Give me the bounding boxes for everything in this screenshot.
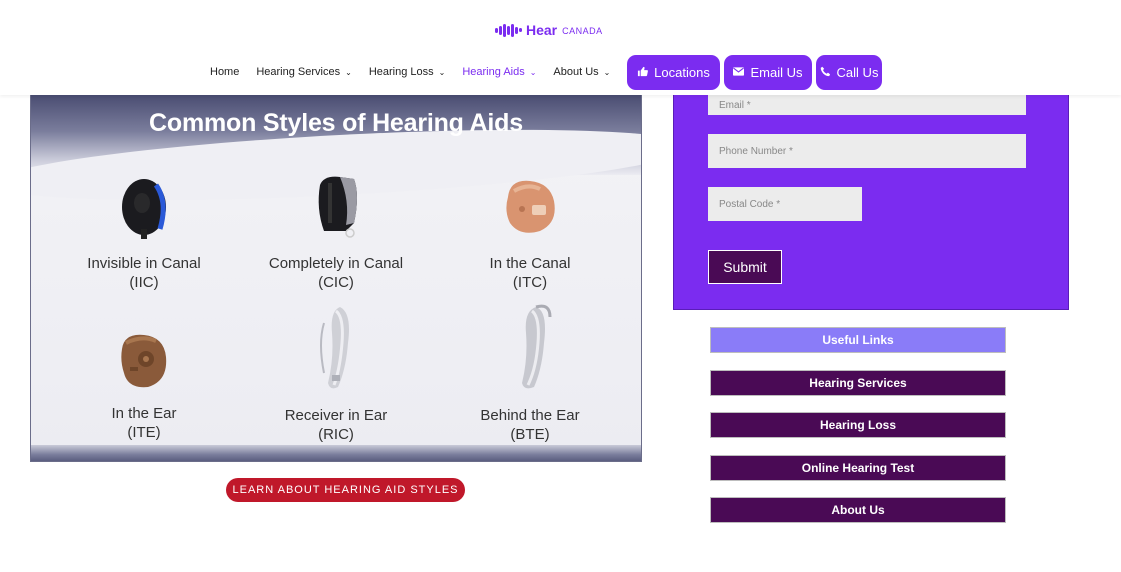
ric-device-icon [246,303,426,398]
page: Hear CANADA Home Hearing Services ⌄ Hear… [0,0,1121,572]
logo-suffix: CANADA [562,26,603,36]
link-hearing-services[interactable]: Hearing Services [710,370,1006,396]
nav-item-home[interactable]: Home [210,66,239,78]
nav-item-hearing-aids[interactable]: Hearing Aids ⌄ [462,66,536,78]
logo[interactable]: Hear CANADA [495,22,603,38]
aid-name: Receiver in Ear [284,407,388,424]
hero-footer [31,445,641,461]
link-online-hearing-test[interactable]: Online Hearing Test [710,455,1006,481]
aid-abbr: (IIC) [129,274,159,291]
bte-device-icon [440,303,620,398]
learn-about-styles-button[interactable]: LEARN ABOUT HEARING AID STYLES [226,478,465,502]
chevron-down-icon: ⌄ [529,67,537,77]
nav-item-hearing-loss[interactable]: Hearing Loss ⌄ [369,66,446,78]
logo-text: Hear [526,22,558,38]
phone-number-field[interactable]: Phone Number * [708,134,1026,168]
nav-item-label: About Us [553,66,599,78]
aid-abbr: (BTE) [510,426,550,443]
aid-name: Invisible in Canal [87,255,201,272]
nav-item-label: Hearing Aids [462,66,525,78]
hero-title: Common Styles of Hearing Aids [149,109,523,137]
aid-bte: Behind the Ear (BTE) [440,303,620,444]
contact-form: Email * Phone Number * Postal Code * Sub… [673,94,1069,310]
aid-name: In the Ear [111,405,177,422]
sound-wave-icon [495,23,522,37]
nav-item-hearing-services[interactable]: Hearing Services ⌄ [256,66,351,78]
ite-device-icon [54,331,234,396]
aid-name: Completely in Canal [268,255,404,272]
email-us-button[interactable]: Email Us [724,55,812,90]
aid-name: Behind the Ear [480,407,580,424]
chevron-down-icon: ⌄ [345,67,352,77]
cic-device-icon [246,175,426,246]
email-field[interactable]: Email * [708,95,1026,115]
thumbs-up-icon [637,66,649,80]
postal-code-field[interactable]: Postal Code * [708,187,862,221]
submit-button[interactable]: Submit [708,250,782,284]
aid-cic: Completely in Canal (CIC) [246,175,426,292]
phone-icon [820,66,831,80]
aid-abbr: (ITE) [127,424,161,441]
aid-ite: In the Ear (ITE) [54,331,234,442]
nav-item-about-us[interactable]: About Us ⌄ [553,66,610,78]
aid-itc: In the Canal (ITC) [440,177,620,292]
iic-device-icon [54,177,234,246]
link-hearing-loss[interactable]: Hearing Loss [710,412,1006,438]
locations-button-label: Locations [654,65,710,80]
main-nav: Home Hearing Services ⌄ Hearing Loss ⌄ H… [210,56,627,88]
aid-name: In the Canal [489,255,571,272]
locations-button[interactable]: Locations [627,55,720,90]
aid-abbr: (ITC) [512,274,548,291]
nav-item-label: Home [210,66,240,78]
hearing-aid-styles-image: Common Styles of Hearing Aids Invisible … [30,94,642,462]
email-us-button-label: Email Us [750,65,803,80]
call-us-button-label: Call Us [836,65,879,80]
aid-ric: Receiver in Ear (RIC) [246,303,426,444]
aid-iic: Invisible in Canal (IIC) [54,177,234,292]
itc-device-icon [440,177,620,246]
aid-abbr: (RIC) [318,426,354,443]
nav-item-label: Hearing Loss [368,66,434,78]
useful-links-title: Useful Links [710,327,1006,353]
envelope-icon [733,66,745,79]
link-about-us[interactable]: About Us [710,497,1006,523]
aid-abbr: (CIC) [318,274,354,291]
chevron-down-icon: ⌄ [438,67,446,77]
nav-item-label: Hearing Services [256,66,341,78]
call-us-button[interactable]: Call Us [816,55,882,90]
site-header: Hear CANADA Home Hearing Services ⌄ Hear… [0,0,1121,95]
chevron-down-icon: ⌄ [603,67,611,77]
